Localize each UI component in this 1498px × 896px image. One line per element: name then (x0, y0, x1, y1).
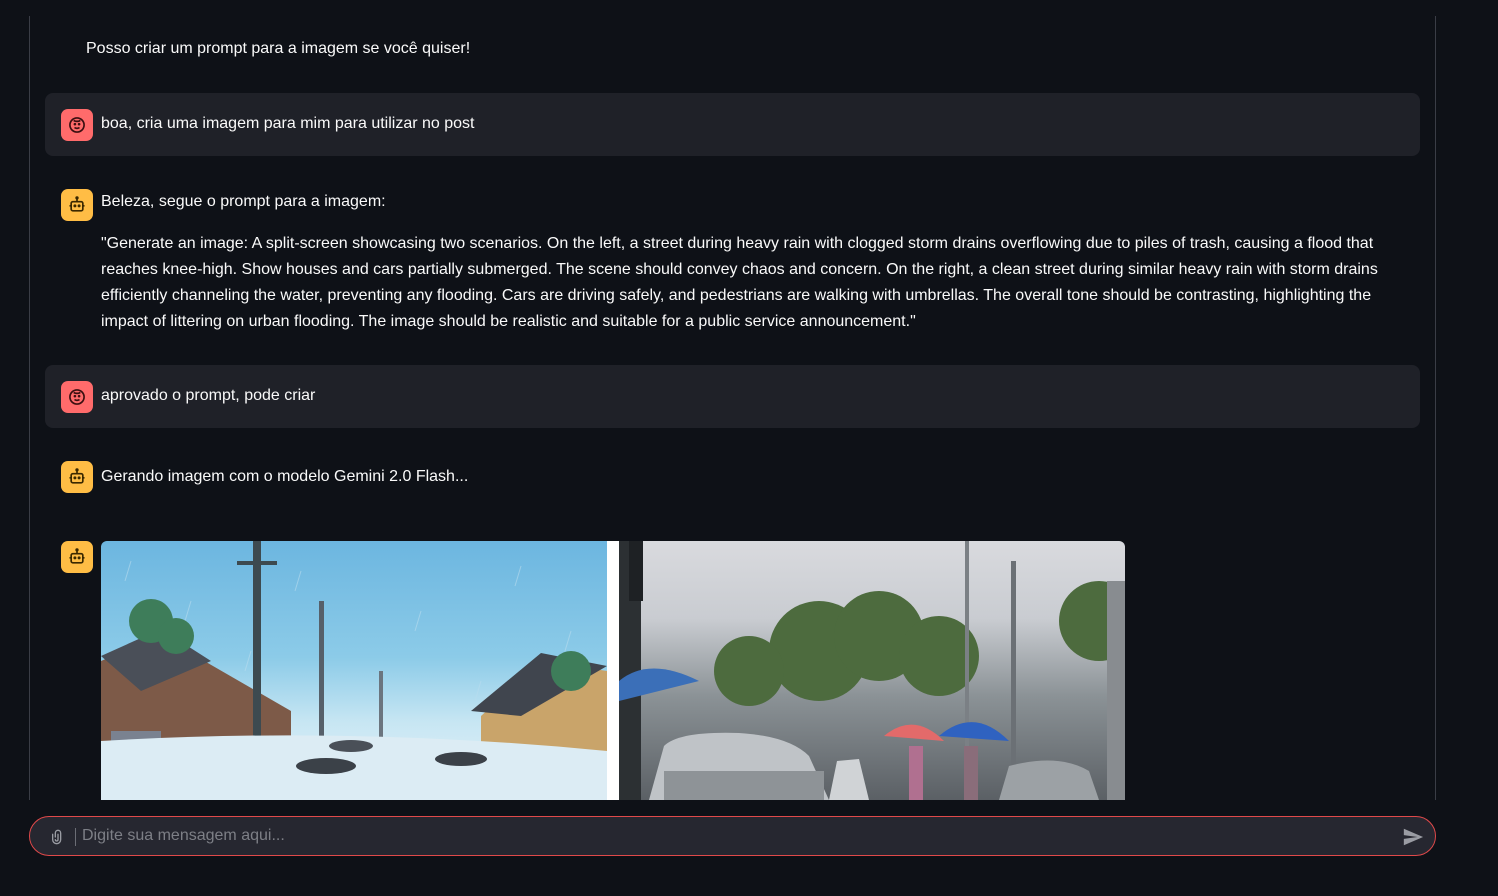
send-button[interactable] (1401, 825, 1425, 849)
generated-image[interactable] (101, 541, 1125, 800)
assistant-message-text: Gerando imagem com o modelo Gemini 2.0 F… (101, 468, 469, 485)
assistant-message-text: Beleza, segue o prompt para a imagem: (101, 193, 386, 210)
clean-street-photo (619, 541, 1125, 800)
robot-icon (69, 196, 85, 212)
generated-prompt-text: "Generate an image: A split-screen showc… (101, 235, 1378, 330)
user-message: boa, cria uma imagem para mim para utili… (45, 93, 1420, 156)
user-face-icon (69, 389, 85, 405)
message-input[interactable] (82, 821, 1382, 851)
assistant-avatar (61, 541, 93, 573)
paperclip-icon (52, 829, 62, 845)
robot-icon (69, 468, 85, 484)
flood-scene-art (101, 541, 607, 800)
user-avatar (61, 109, 93, 141)
chat-input-bar (29, 816, 1436, 856)
user-avatar (61, 381, 93, 413)
robot-icon (69, 548, 85, 564)
user-message: aprovado o prompt, pode criar (45, 365, 1420, 428)
image-divider (607, 541, 619, 800)
user-message-text: aprovado o prompt, pode criar (101, 387, 316, 404)
chat-history[interactable]: Posso criar um prompt para a imagem se v… (29, 16, 1436, 800)
attach-button[interactable] (48, 826, 68, 848)
input-divider (75, 828, 76, 846)
assistant-avatar (61, 189, 93, 221)
chat-app: Posso criar um prompt para a imagem se v… (0, 0, 1498, 896)
user-message-text: boa, cria uma imagem para mim para utili… (101, 115, 475, 132)
scroll-indicator-icon: ⌃ (1436, 0, 1446, 7)
assistant-avatar (61, 461, 93, 493)
assistant-message-text: Posso criar um prompt para a imagem se v… (86, 40, 471, 57)
flooded-street-illustration (101, 541, 607, 800)
clean-street-art (619, 541, 1125, 800)
user-face-icon (69, 117, 85, 133)
send-icon (1403, 828, 1424, 846)
